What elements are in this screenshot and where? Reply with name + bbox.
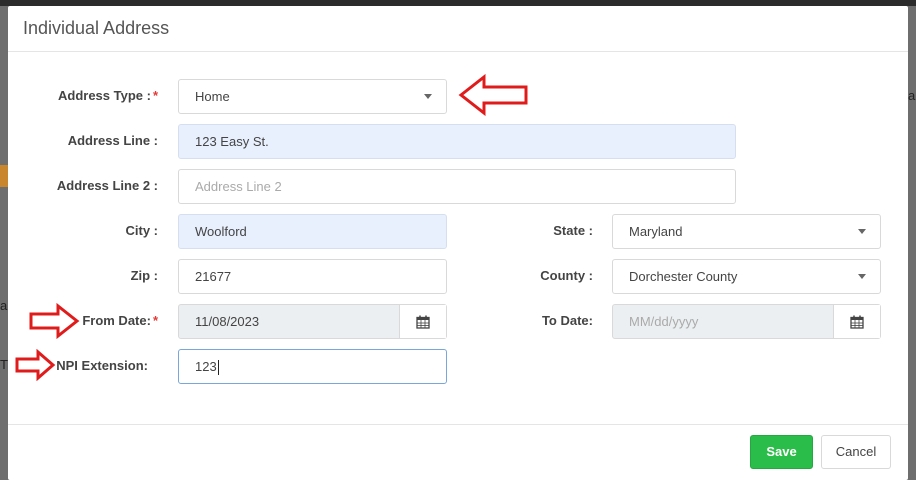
city-input[interactable]: Woolford <box>178 214 447 249</box>
from-date-label-text: From Date: <box>82 313 151 328</box>
npi-extension-input[interactable]: 123 <box>178 349 447 384</box>
modal-title: Individual Address <box>23 18 170 38</box>
to-date-input[interactable]: MM/dd/yyyy <box>612 304 881 339</box>
state-label: State : <box>553 223 593 238</box>
address-type-label-text: Address Type : <box>57 88 151 103</box>
from-date-input[interactable]: 11/08/2023 <box>178 304 447 339</box>
caret-down-icon <box>858 274 866 279</box>
backdrop-text-fragment: T <box>0 357 8 372</box>
required-asterisk: * <box>152 313 158 328</box>
address-type-label: Address Type : * <box>28 88 158 103</box>
cancel-button[interactable]: Cancel <box>821 435 891 469</box>
red-arrow-annotation <box>458 74 528 116</box>
state-value: Maryland <box>629 224 683 239</box>
city-label: City : <box>125 223 159 238</box>
address-line-label: Address Line : <box>67 133 158 148</box>
city-value: Woolford <box>195 224 247 239</box>
address-type-value: Home <box>195 89 230 104</box>
red-arrow-annotation <box>29 303 80 339</box>
red-arrow-annotation <box>15 349 56 381</box>
state-select[interactable]: Maryland <box>612 214 881 249</box>
zip-input[interactable]: 21677 <box>178 259 447 294</box>
from-date-value: 11/08/2023 <box>195 314 260 329</box>
calendar-icon <box>416 315 430 329</box>
backdrop-left <box>0 6 8 480</box>
zip-value: 21677 <box>195 269 232 284</box>
text-cursor <box>217 360 219 376</box>
address-line2-input[interactable]: Address Line 2 <box>178 169 736 204</box>
address-type-select[interactable]: Home <box>178 79 447 114</box>
address-line-input[interactable]: 123 Easy St. <box>178 124 736 159</box>
county-select[interactable]: Dorchester County <box>612 259 881 294</box>
address-line2-label: Address Line 2 : <box>56 178 158 193</box>
to-date-placeholder: MM/dd/yyyy <box>629 314 699 329</box>
caret-down-icon <box>424 94 432 99</box>
county-label: County : <box>540 268 593 283</box>
caret-down-icon <box>858 229 866 234</box>
backdrop-orange-fragment <box>0 165 8 187</box>
calendar-icon <box>850 315 864 329</box>
from-date-calendar-button[interactable] <box>399 305 446 338</box>
zip-label: Zip : <box>130 268 158 283</box>
npi-extension-value: 123 <box>195 359 217 374</box>
modal-header: Individual Address <box>8 6 908 52</box>
address-line-value: 123 Easy St. <box>195 134 269 149</box>
save-button[interactable]: Save <box>750 435 813 469</box>
required-asterisk: * <box>152 88 158 103</box>
to-date-label: To Date: <box>541 313 593 328</box>
modal-footer: Save Cancel <box>8 424 908 480</box>
address-line2-placeholder: Address Line 2 <box>195 179 282 194</box>
backdrop-right <box>908 6 916 480</box>
backdrop-text-fragment: al <box>908 88 916 103</box>
county-value: Dorchester County <box>629 269 738 284</box>
to-date-calendar-button[interactable] <box>833 305 880 338</box>
